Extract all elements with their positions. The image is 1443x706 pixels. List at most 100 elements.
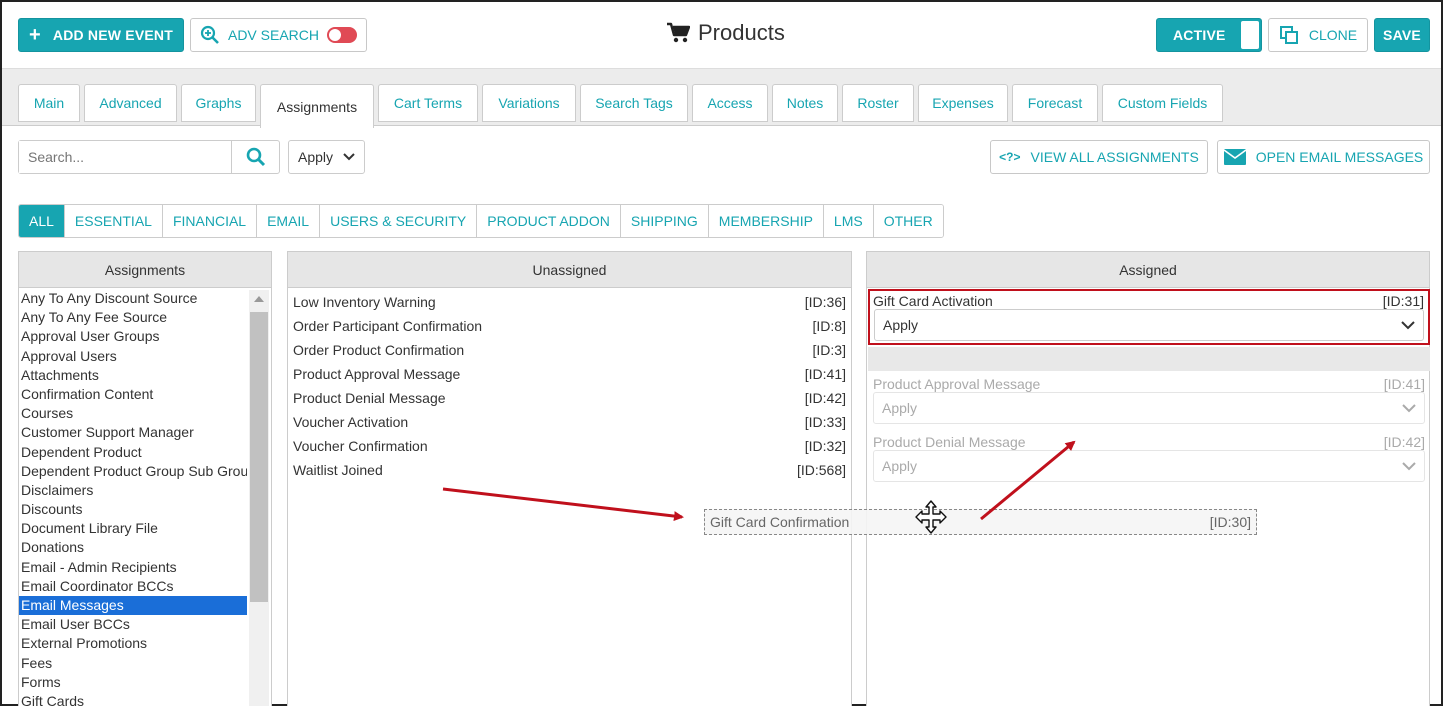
- clone-button[interactable]: CLONE: [1268, 18, 1368, 52]
- assigned-item-name: Gift Card Activation: [873, 293, 993, 309]
- tab-cart-terms[interactable]: Cart Terms: [378, 84, 478, 122]
- unassigned-item[interactable]: Product Denial Message [ID:42]: [293, 386, 846, 410]
- category-filter-bar: ALL ESSENTIAL FINANCIAL EMAIL USERS & SE…: [18, 204, 944, 238]
- filter-essential[interactable]: ESSENTIAL: [64, 205, 163, 237]
- list-item[interactable]: Email User BCCs: [19, 615, 247, 634]
- chevron-down-icon: [1402, 461, 1416, 471]
- filter-shipping[interactable]: SHIPPING: [620, 205, 709, 237]
- tab-assignments[interactable]: Assignments: [260, 84, 374, 128]
- unassigned-item[interactable]: Order Participant Confirmation [ID:8]: [293, 314, 846, 338]
- list-item[interactable]: Dependent Product Group Sub Grou: [19, 462, 247, 481]
- top-toolbar: + ADD NEW EVENT ADV SEARCH Products ACTI…: [2, 2, 1441, 68]
- apply-filter-select[interactable]: Apply: [288, 140, 365, 174]
- move-cursor-icon: [914, 500, 948, 534]
- unassigned-item[interactable]: Low Inventory Warning [ID:36]: [293, 290, 846, 314]
- list-item[interactable]: Discounts: [19, 500, 247, 519]
- list-item[interactable]: Any To Any Fee Source: [19, 308, 247, 327]
- tab-expenses[interactable]: Expenses: [918, 84, 1008, 122]
- scroll-up-arrow-icon[interactable]: [254, 296, 264, 302]
- view-all-assignments-button[interactable]: <?> VIEW ALL ASSIGNMENTS: [990, 140, 1208, 174]
- list-item[interactable]: Customer Support Manager: [19, 423, 247, 442]
- unassigned-panel: Unassigned Low Inventory Warning [ID:36] …: [287, 251, 852, 706]
- filter-product-addon[interactable]: PRODUCT ADDON: [477, 205, 621, 237]
- filter-other[interactable]: OTHER: [873, 205, 943, 237]
- assigned-item[interactable]: Product Denial Message [ID:42]: [873, 434, 1425, 450]
- adv-search-button[interactable]: ADV SEARCH: [190, 18, 367, 52]
- assigned-item-select[interactable]: Apply: [873, 392, 1425, 424]
- zoom-search-icon: [200, 25, 220, 45]
- list-item[interactable]: Disclaimers: [19, 481, 247, 500]
- filter-lms[interactable]: LMS: [823, 205, 874, 237]
- list-item[interactable]: Attachments: [19, 366, 247, 385]
- filter-all[interactable]: ALL: [19, 205, 65, 237]
- unassigned-panel-header: Unassigned: [288, 252, 851, 288]
- list-item[interactable]: External Promotions: [19, 634, 247, 653]
- filter-financial[interactable]: FINANCIAL: [162, 205, 258, 237]
- list-item[interactable]: Gift Cards: [19, 692, 247, 706]
- chevron-down-icon: [343, 153, 355, 161]
- tab-forecast[interactable]: Forecast: [1012, 84, 1098, 122]
- active-toggle[interactable]: ACTIVE: [1156, 18, 1262, 52]
- list-item[interactable]: Document Library File: [19, 519, 247, 538]
- category-scrollbar[interactable]: [249, 290, 269, 706]
- list-item[interactable]: Approval User Groups: [19, 327, 247, 346]
- search-button[interactable]: [231, 141, 279, 173]
- list-item[interactable]: Courses: [19, 404, 247, 423]
- tab-custom-fields[interactable]: Custom Fields: [1102, 84, 1223, 122]
- list-item[interactable]: Email Coordinator BCCs: [19, 577, 247, 596]
- unassigned-item[interactable]: Waitlist Joined [ID:568]: [293, 458, 846, 482]
- assigned-item-id: [ID:31]: [1382, 293, 1424, 309]
- filter-users-security[interactable]: USERS & SECURITY: [320, 205, 478, 237]
- drop-placeholder: [868, 347, 1430, 371]
- assigned-item-select-value: Apply: [883, 317, 919, 333]
- list-item[interactable]: Fees: [19, 654, 247, 673]
- tab-bar: Main Advanced Graphs Assignments Cart Te…: [2, 68, 1441, 128]
- scroll-thumb[interactable]: [250, 312, 268, 602]
- list-item[interactable]: Approval Users: [19, 347, 247, 366]
- assigned-item-select[interactable]: Apply: [873, 450, 1425, 482]
- tab-notes[interactable]: Notes: [772, 84, 838, 122]
- tab-roster[interactable]: Roster: [842, 84, 914, 122]
- assigned-item-select[interactable]: Apply: [874, 309, 1424, 341]
- tab-variations[interactable]: Variations: [482, 84, 576, 122]
- tab-search-tags[interactable]: Search Tags: [580, 84, 688, 122]
- apply-filter-value: Apply: [298, 149, 334, 165]
- filter-membership[interactable]: MEMBERSHIP: [708, 205, 824, 237]
- adv-search-toggle[interactable]: [327, 27, 358, 43]
- tab-access[interactable]: Access: [692, 84, 768, 122]
- plus-icon: +: [29, 23, 41, 46]
- filter-email[interactable]: EMAIL: [257, 205, 321, 237]
- list-item-selected[interactable]: Email Messages: [19, 596, 247, 616]
- list-item[interactable]: Forms: [19, 673, 247, 692]
- dragging-item-name: Gift Card Confirmation: [710, 514, 850, 530]
- unassigned-item[interactable]: Voucher Confirmation [ID:32]: [293, 434, 846, 458]
- list-item[interactable]: Donations: [19, 538, 247, 557]
- unassigned-item[interactable]: Product Approval Message [ID:41]: [293, 362, 846, 386]
- tab-main[interactable]: Main: [18, 84, 80, 122]
- dragging-item[interactable]: Gift Card Confirmation [ID:30]: [704, 509, 1257, 535]
- list-item[interactable]: Dependent Product: [19, 443, 247, 462]
- unassigned-item[interactable]: Order Product Confirmation [ID:3]: [293, 338, 846, 362]
- list-item[interactable]: Email - Admin Recipients: [19, 558, 247, 577]
- tab-graphs[interactable]: Graphs: [181, 84, 256, 122]
- envelope-icon: [1223, 149, 1246, 165]
- assigned-item-highlighted[interactable]: Gift Card Activation [ID:31] Apply: [868, 289, 1430, 345]
- add-new-event-button[interactable]: + ADD NEW EVENT: [18, 18, 184, 52]
- dragging-item-id: [ID:30]: [1209, 514, 1251, 530]
- open-email-label: OPEN EMAIL MESSAGES: [1255, 149, 1424, 165]
- unassigned-item[interactable]: Voucher Activation [ID:33]: [293, 410, 846, 434]
- search-input[interactable]: [19, 141, 231, 173]
- adv-search-label: ADV SEARCH: [227, 27, 320, 43]
- clone-icon: [1279, 25, 1299, 45]
- tab-advanced[interactable]: Advanced: [84, 84, 177, 122]
- chevron-down-icon: [1402, 403, 1416, 413]
- list-item[interactable]: Confirmation Content: [19, 385, 247, 404]
- save-label: SAVE: [1383, 27, 1421, 43]
- clone-label: CLONE: [1308, 27, 1358, 43]
- page-title-text: Products: [698, 20, 785, 45]
- category-list: Any To Any Discount Source Any To Any Fe…: [19, 289, 247, 706]
- assigned-item[interactable]: Product Approval Message [ID:41]: [873, 376, 1425, 392]
- list-item[interactable]: Any To Any Discount Source: [19, 289, 247, 308]
- open-email-messages-button[interactable]: OPEN EMAIL MESSAGES: [1217, 140, 1430, 174]
- save-button[interactable]: SAVE: [1374, 18, 1430, 52]
